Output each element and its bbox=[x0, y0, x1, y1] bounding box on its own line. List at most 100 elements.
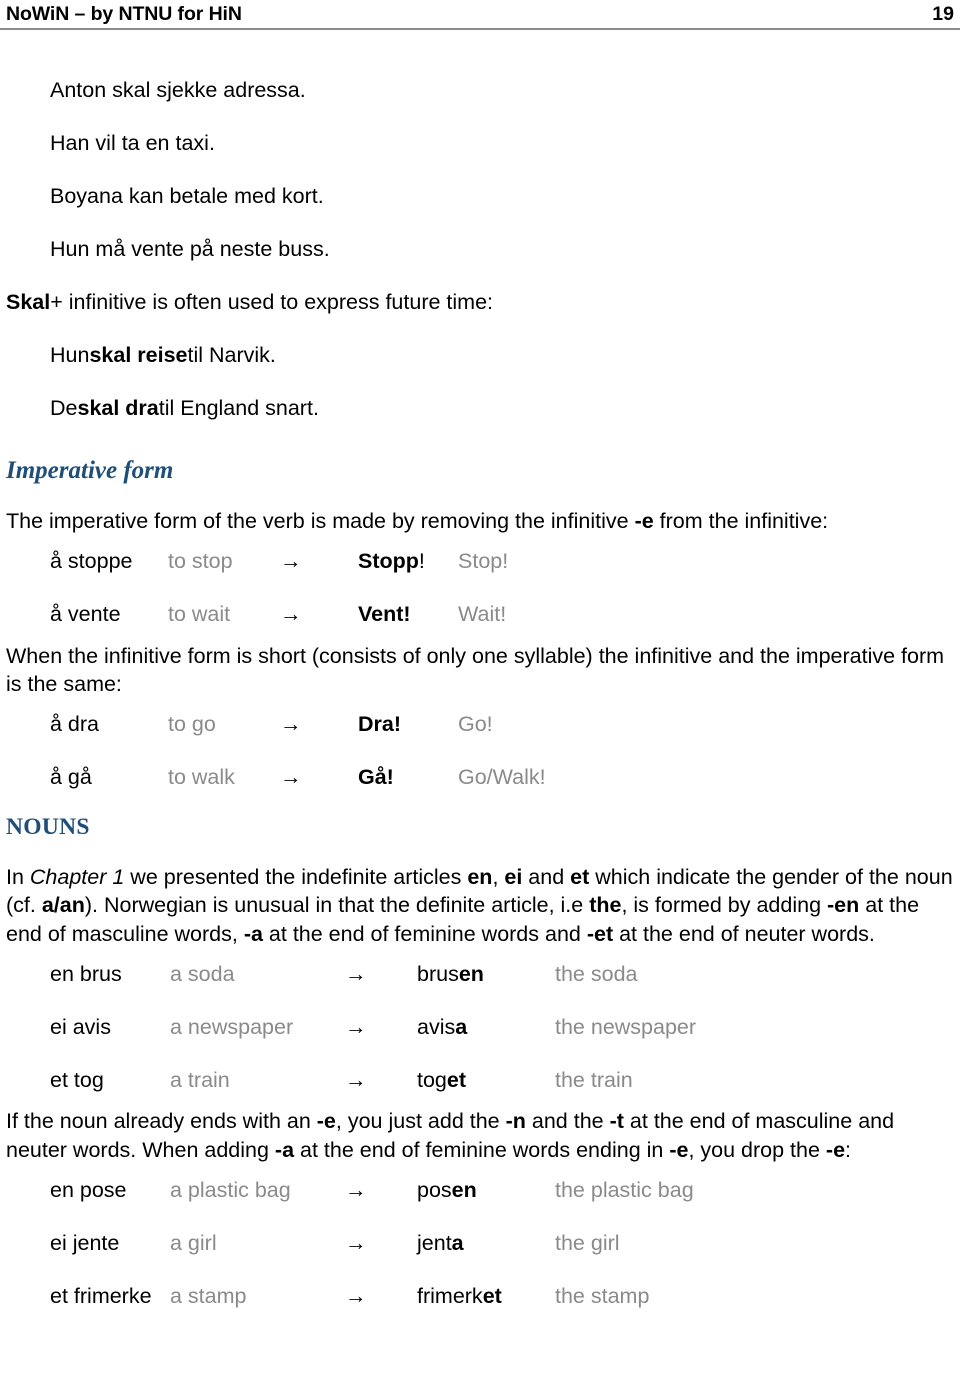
nouns-intro-t2: we presented the indefinite articles bbox=[124, 864, 468, 889]
example-sentence: Hun må vente på neste buss. bbox=[50, 237, 330, 262]
imperative-result: Vent! bbox=[358, 589, 458, 642]
imperative-result-plain: ! bbox=[418, 549, 425, 574]
table-row: å gå to walk → Gå! Go/Walk! bbox=[50, 752, 546, 805]
skal-example-post: til Narvik. bbox=[187, 343, 276, 368]
imperative-result-gloss: Go/Walk! bbox=[458, 765, 546, 790]
nouns-e-ending-table: en pose a plastic bag → posen the plasti… bbox=[50, 1165, 694, 1324]
noun-definite-gloss: the soda bbox=[555, 962, 638, 987]
infinitive-native: å vente bbox=[50, 602, 121, 627]
arrow-icon: → bbox=[345, 1178, 367, 1203]
article-en: en bbox=[467, 864, 493, 889]
suffix-en: -en bbox=[827, 893, 860, 918]
noun-stem: tog bbox=[417, 1068, 447, 1093]
arrow-icon: → bbox=[345, 1015, 367, 1040]
imperative-intro-bold: -e bbox=[634, 508, 654, 533]
e-rule-t7: : bbox=[845, 1137, 852, 1162]
nouns-intro-t10: at the end of neuter words. bbox=[613, 921, 875, 946]
short-imperative-table: å dra to go → Dra! Go! å gå to walk → Gå… bbox=[50, 699, 546, 805]
imperative-result-gloss: Wait! bbox=[458, 602, 507, 627]
arrow-icon: → bbox=[280, 712, 302, 737]
table-row: å vente to wait → Vent! Wait! bbox=[50, 589, 508, 642]
page-header: NoWiN – by NTNU for HiN 19 bbox=[0, 0, 960, 31]
e-ending-rule: If the noun already ends with an -e, you… bbox=[6, 1107, 954, 1164]
noun-indefinite-gloss: a train bbox=[170, 1068, 230, 1093]
short-note-line2: is the same: bbox=[6, 672, 122, 697]
document-page: NoWiN – by NTNU for HiN 19 Anton skal sj… bbox=[0, 0, 960, 1391]
e-rule-t5: at the end of feminine words ending in bbox=[294, 1137, 670, 1162]
imperative-result: Dra! bbox=[358, 699, 458, 752]
skal-intro: Skal + infinitive is often used to expre… bbox=[6, 276, 954, 329]
article-ei: ei bbox=[504, 864, 523, 889]
article-the: the bbox=[589, 893, 622, 918]
noun-definite: frimerket bbox=[417, 1271, 555, 1324]
e-rule-t3: and the bbox=[525, 1109, 610, 1134]
heading-gap bbox=[6, 841, 954, 863]
noun-indefinite: et frimerke bbox=[50, 1284, 152, 1309]
noun-definite: brusen bbox=[417, 948, 555, 1001]
noun-stem: jent bbox=[417, 1231, 452, 1256]
imperative-result: Gå! bbox=[358, 752, 458, 805]
e-rule-t6: , you drop the bbox=[688, 1137, 826, 1162]
noun-definite-gloss: the stamp bbox=[555, 1284, 650, 1309]
nouns-intro-t6: ). Norwegian is unusual in that the defi… bbox=[84, 893, 590, 918]
table-row: å dra to go → Dra! Go! bbox=[50, 699, 546, 752]
short-infinitive-note: When the infinitive form is short (consi… bbox=[6, 642, 954, 699]
noun-suffix: en bbox=[451, 1178, 477, 1203]
heading-gap bbox=[6, 485, 954, 507]
page-number: 19 bbox=[932, 3, 954, 25]
table-row: en brus a soda → brusen the soda bbox=[50, 948, 696, 1001]
suffix-t: -t bbox=[609, 1109, 624, 1134]
imperative-result-bold: Stopp bbox=[358, 549, 419, 574]
article-a-an: a/an bbox=[41, 893, 85, 918]
skal-example-bold: skal dra bbox=[77, 396, 159, 421]
imperative-intro: The imperative form of the verb is made … bbox=[6, 507, 954, 536]
nouns-intro-t9: at the end of feminine words and bbox=[262, 921, 587, 946]
arrow-icon: → bbox=[345, 1284, 367, 1309]
imperative-result-bold: Dra! bbox=[358, 712, 402, 737]
table-row: et frimerke a stamp → frimerket the stam… bbox=[50, 1271, 694, 1324]
imperative-table: å stoppe to stop → Stopp! Stop! å vente … bbox=[50, 536, 508, 642]
arrow-icon: → bbox=[280, 765, 302, 790]
noun-definite-gloss: the train bbox=[555, 1068, 633, 1093]
nouns-intro-t1: In bbox=[6, 864, 30, 889]
imperative-intro-a: The imperative form of the verb is made … bbox=[6, 508, 635, 533]
example-sentence: Boyana kan betale med kort. bbox=[50, 184, 324, 209]
suffix-et: -et bbox=[586, 921, 614, 946]
noun-indefinite-gloss: a plastic bag bbox=[170, 1178, 291, 1203]
skal-intro-bold: Skal bbox=[6, 290, 51, 315]
nouns-intro-t7: , is formed by adding bbox=[621, 893, 828, 918]
skal-example-bold: skal reise bbox=[89, 343, 188, 368]
infinitive-gloss: to wait bbox=[168, 602, 231, 627]
arrow-icon: → bbox=[345, 1231, 367, 1256]
noun-definite: jenta bbox=[417, 1218, 555, 1271]
example-sentence: Anton skal sjekke adressa. bbox=[50, 78, 306, 103]
nouns-table: en brus a soda → brusen the soda ei avis… bbox=[50, 948, 696, 1107]
table-row: ei jente a girl → jenta the girl bbox=[50, 1218, 694, 1271]
short-note-line1: When the infinitive form is short (consi… bbox=[6, 643, 945, 668]
suffix-e-2: -e bbox=[669, 1137, 689, 1162]
skal-example: Hun skal reise til Narvik. bbox=[50, 329, 954, 382]
infinitive-native: å gå bbox=[50, 765, 92, 790]
table-row: en pose a plastic bag → posen the plasti… bbox=[50, 1165, 694, 1218]
arrow-icon: → bbox=[280, 549, 302, 574]
nouns-intro: In Chapter 1 we presented the indefinite… bbox=[6, 863, 954, 949]
e-rule-t2: , you just add the bbox=[335, 1109, 506, 1134]
noun-indefinite-gloss: a girl bbox=[170, 1231, 217, 1256]
page-content: Anton skal sjekke adressa. Han vil ta en… bbox=[0, 30, 960, 1323]
noun-definite: toget bbox=[417, 1054, 555, 1107]
noun-indefinite-gloss: a newspaper bbox=[170, 1015, 294, 1040]
heading-nouns: NOUNS bbox=[6, 813, 90, 840]
article-et: et bbox=[570, 864, 590, 889]
imperative-result-gloss: Stop! bbox=[458, 549, 509, 574]
infinitive-native: å dra bbox=[50, 712, 100, 737]
infinitive-gloss: to walk bbox=[168, 765, 235, 790]
table-row: ei avis a newspaper → avisa the newspape… bbox=[50, 1001, 696, 1054]
skal-example-pre: Hun bbox=[50, 343, 90, 368]
imperative-result: Stopp! bbox=[358, 536, 458, 589]
skal-example: De skal dra til England snart. bbox=[50, 382, 954, 435]
noun-stem: pos bbox=[417, 1178, 452, 1203]
suffix-n: -n bbox=[505, 1109, 526, 1134]
e-rule-t1: If the noun already ends with an bbox=[6, 1109, 317, 1134]
arrow-icon: → bbox=[345, 962, 367, 987]
